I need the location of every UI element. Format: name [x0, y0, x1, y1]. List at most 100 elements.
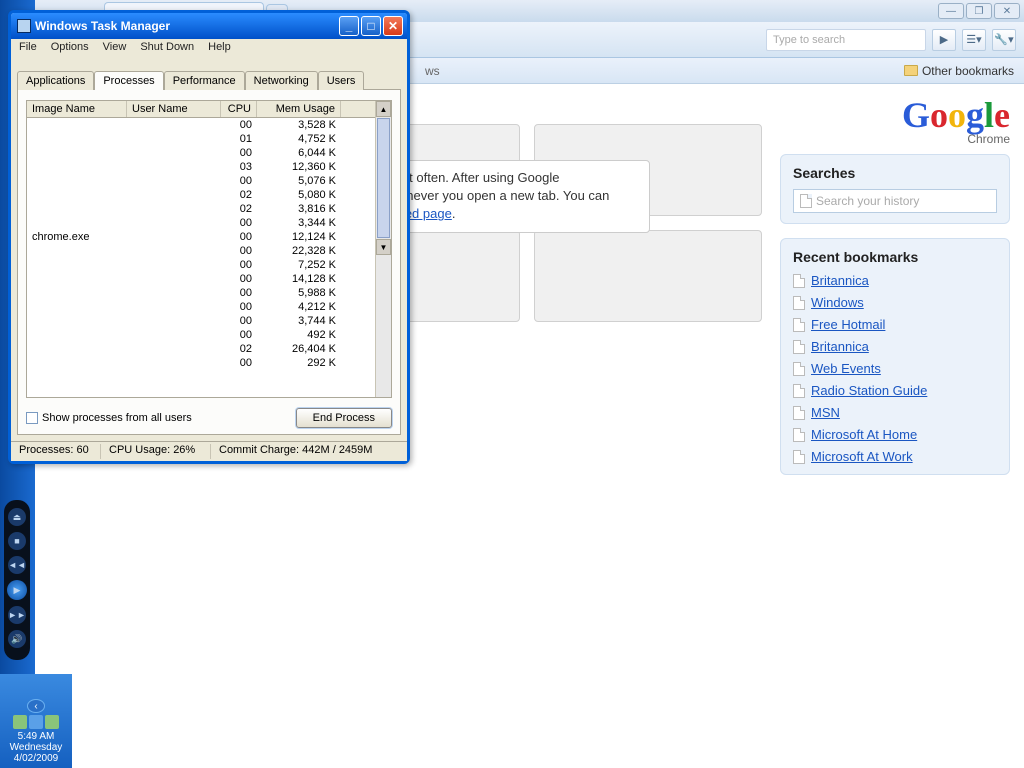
play-icon: ▶: [14, 585, 21, 596]
minimize-button[interactable]: —: [938, 3, 964, 19]
thumbnail-slot[interactable]: [534, 230, 762, 322]
process-row[interactable]: 006,044 K: [27, 146, 375, 160]
close-button[interactable]: ✕: [994, 3, 1020, 19]
process-row[interactable]: 0014,128 K: [27, 272, 375, 286]
show-all-users-label: Show processes from all users: [42, 412, 192, 424]
cell-cpu: 01: [221, 133, 257, 145]
process-row[interactable]: 004,212 K: [27, 300, 375, 314]
tray-icon[interactable]: [45, 715, 59, 729]
bookmark-link[interactable]: Radio Station Guide: [811, 383, 927, 398]
other-bookmarks-button[interactable]: Other bookmarks: [904, 64, 1014, 78]
tab-performance[interactable]: Performance: [164, 71, 245, 90]
media-stop-button[interactable]: ■: [8, 532, 26, 550]
tm-minimize-button[interactable]: _: [339, 16, 359, 36]
page-menu-button[interactable]: ☰▾: [962, 29, 986, 51]
process-row[interactable]: 005,076 K: [27, 174, 375, 188]
cell-mem: 14,128 K: [257, 273, 341, 285]
end-process-button[interactable]: End Process: [296, 408, 392, 428]
process-row[interactable]: 0312,360 K: [27, 160, 375, 174]
tm-tab-body: Image Name User Name CPU Mem Usage 003,5…: [17, 89, 401, 435]
media-prev-button[interactable]: ◄◄: [8, 556, 26, 574]
media-player-bar: ⏏ ■ ◄◄ ▶ ►► 🔊: [4, 500, 30, 660]
cell-mem: 6,044 K: [257, 147, 341, 159]
cell-cpu: 00: [221, 175, 257, 187]
process-row[interactable]: 0226,404 K: [27, 342, 375, 356]
bookmark-link[interactable]: Windows: [811, 295, 864, 310]
menu-shutdown[interactable]: Shut Down: [140, 41, 194, 57]
tray-time: 5:49 AM: [18, 731, 55, 742]
scroll-thumb[interactable]: [377, 118, 390, 238]
omnibox-search[interactable]: Type to search: [766, 29, 926, 51]
tm-maximize-button[interactable]: □: [361, 16, 381, 36]
chevron-up-icon: ▲: [380, 105, 388, 114]
tray-icon[interactable]: [29, 715, 43, 729]
col-mem-usage[interactable]: Mem Usage: [257, 101, 341, 117]
process-row[interactable]: 003,528 K: [27, 118, 375, 132]
page-icon: [793, 362, 805, 376]
tm-close-button[interactable]: ✕: [383, 16, 403, 36]
folder-icon: [904, 65, 918, 76]
process-row[interactable]: 003,744 K: [27, 314, 375, 328]
media-play-button[interactable]: ▶: [7, 580, 27, 600]
cell-cpu: 02: [221, 343, 257, 355]
process-row[interactable]: 007,252 K: [27, 258, 375, 272]
tab-processes[interactable]: Processes: [94, 71, 163, 90]
process-row[interactable]: 023,816 K: [27, 202, 375, 216]
menu-view[interactable]: View: [103, 41, 127, 57]
searches-heading: Searches: [793, 165, 997, 181]
col-user-name[interactable]: User Name: [127, 101, 221, 117]
bookmark-item: Microsoft At Home: [793, 427, 997, 442]
process-scrollbar[interactable]: ▲ ▼: [375, 101, 391, 397]
process-row[interactable]: 00492 K: [27, 328, 375, 342]
task-manager-titlebar[interactable]: Windows Task Manager _ □ ✕: [11, 13, 407, 39]
maximize-icon: ❐: [975, 6, 984, 17]
maximize-button[interactable]: ❐: [966, 3, 992, 19]
wrench-menu-button[interactable]: 🔧▾: [992, 29, 1016, 51]
menu-help[interactable]: Help: [208, 41, 231, 57]
tray-icon[interactable]: [13, 715, 27, 729]
media-next-button[interactable]: ►►: [8, 606, 26, 624]
col-image-name[interactable]: Image Name: [27, 101, 127, 117]
bookmark-item: Free Hotmail: [793, 317, 997, 332]
tab-users[interactable]: Users: [318, 71, 365, 90]
bookmark-link[interactable]: Microsoft At Work: [811, 449, 913, 464]
maximize-icon: □: [367, 19, 374, 33]
tm-footer-controls: Show processes from all users End Proces…: [26, 408, 392, 428]
menu-file[interactable]: File: [19, 41, 37, 57]
cell-cpu: 00: [221, 287, 257, 299]
process-row[interactable]: 025,080 K: [27, 188, 375, 202]
cell-mem: 492 K: [257, 329, 341, 341]
scroll-down-button[interactable]: ▼: [376, 239, 391, 255]
show-all-users-checkbox[interactable]: Show processes from all users: [26, 412, 192, 424]
page-icon: [800, 194, 812, 208]
system-tray: ‹ 5:49 AM Wednesday 4/02/2009: [0, 674, 72, 768]
media-vol-button[interactable]: 🔊: [8, 630, 26, 648]
bookmark-item: Radio Station Guide: [793, 383, 997, 398]
bookmark-link[interactable]: Britannica: [811, 339, 869, 354]
tab-networking[interactable]: Networking: [245, 71, 318, 90]
cell-mem: 5,076 K: [257, 175, 341, 187]
bookmark-link[interactable]: Microsoft At Home: [811, 427, 917, 442]
menu-options[interactable]: Options: [51, 41, 89, 57]
process-row[interactable]: 014,752 K: [27, 132, 375, 146]
tab-applications[interactable]: Applications: [17, 71, 94, 90]
cell-mem: 22,328 K: [257, 245, 341, 257]
bookmark-link[interactable]: Web Events: [811, 361, 881, 376]
bookmark-link[interactable]: Free Hotmail: [811, 317, 885, 332]
go-button[interactable]: ▶: [932, 29, 956, 51]
tray-expand-button[interactable]: ‹: [27, 699, 45, 713]
process-row[interactable]: 005,988 K: [27, 286, 375, 300]
tray-icons: [13, 715, 59, 729]
process-row[interactable]: 0022,328 K: [27, 244, 375, 258]
process-rows[interactable]: 003,528 K014,752 K006,044 K0312,360 K005…: [27, 118, 375, 397]
scroll-up-button[interactable]: ▲: [376, 101, 391, 117]
bookmark-link[interactable]: MSN: [811, 405, 840, 420]
bookmark-link[interactable]: Britannica: [811, 273, 869, 288]
process-row[interactable]: 003,344 K: [27, 216, 375, 230]
process-row[interactable]: chrome.exe0012,124 K: [27, 230, 375, 244]
col-cpu[interactable]: CPU: [221, 101, 257, 117]
process-row[interactable]: 00292 K: [27, 356, 375, 370]
search-history-input[interactable]: Search your history: [793, 189, 997, 213]
cell-mem: 3,344 K: [257, 217, 341, 229]
media-eject-button[interactable]: ⏏: [8, 508, 26, 526]
